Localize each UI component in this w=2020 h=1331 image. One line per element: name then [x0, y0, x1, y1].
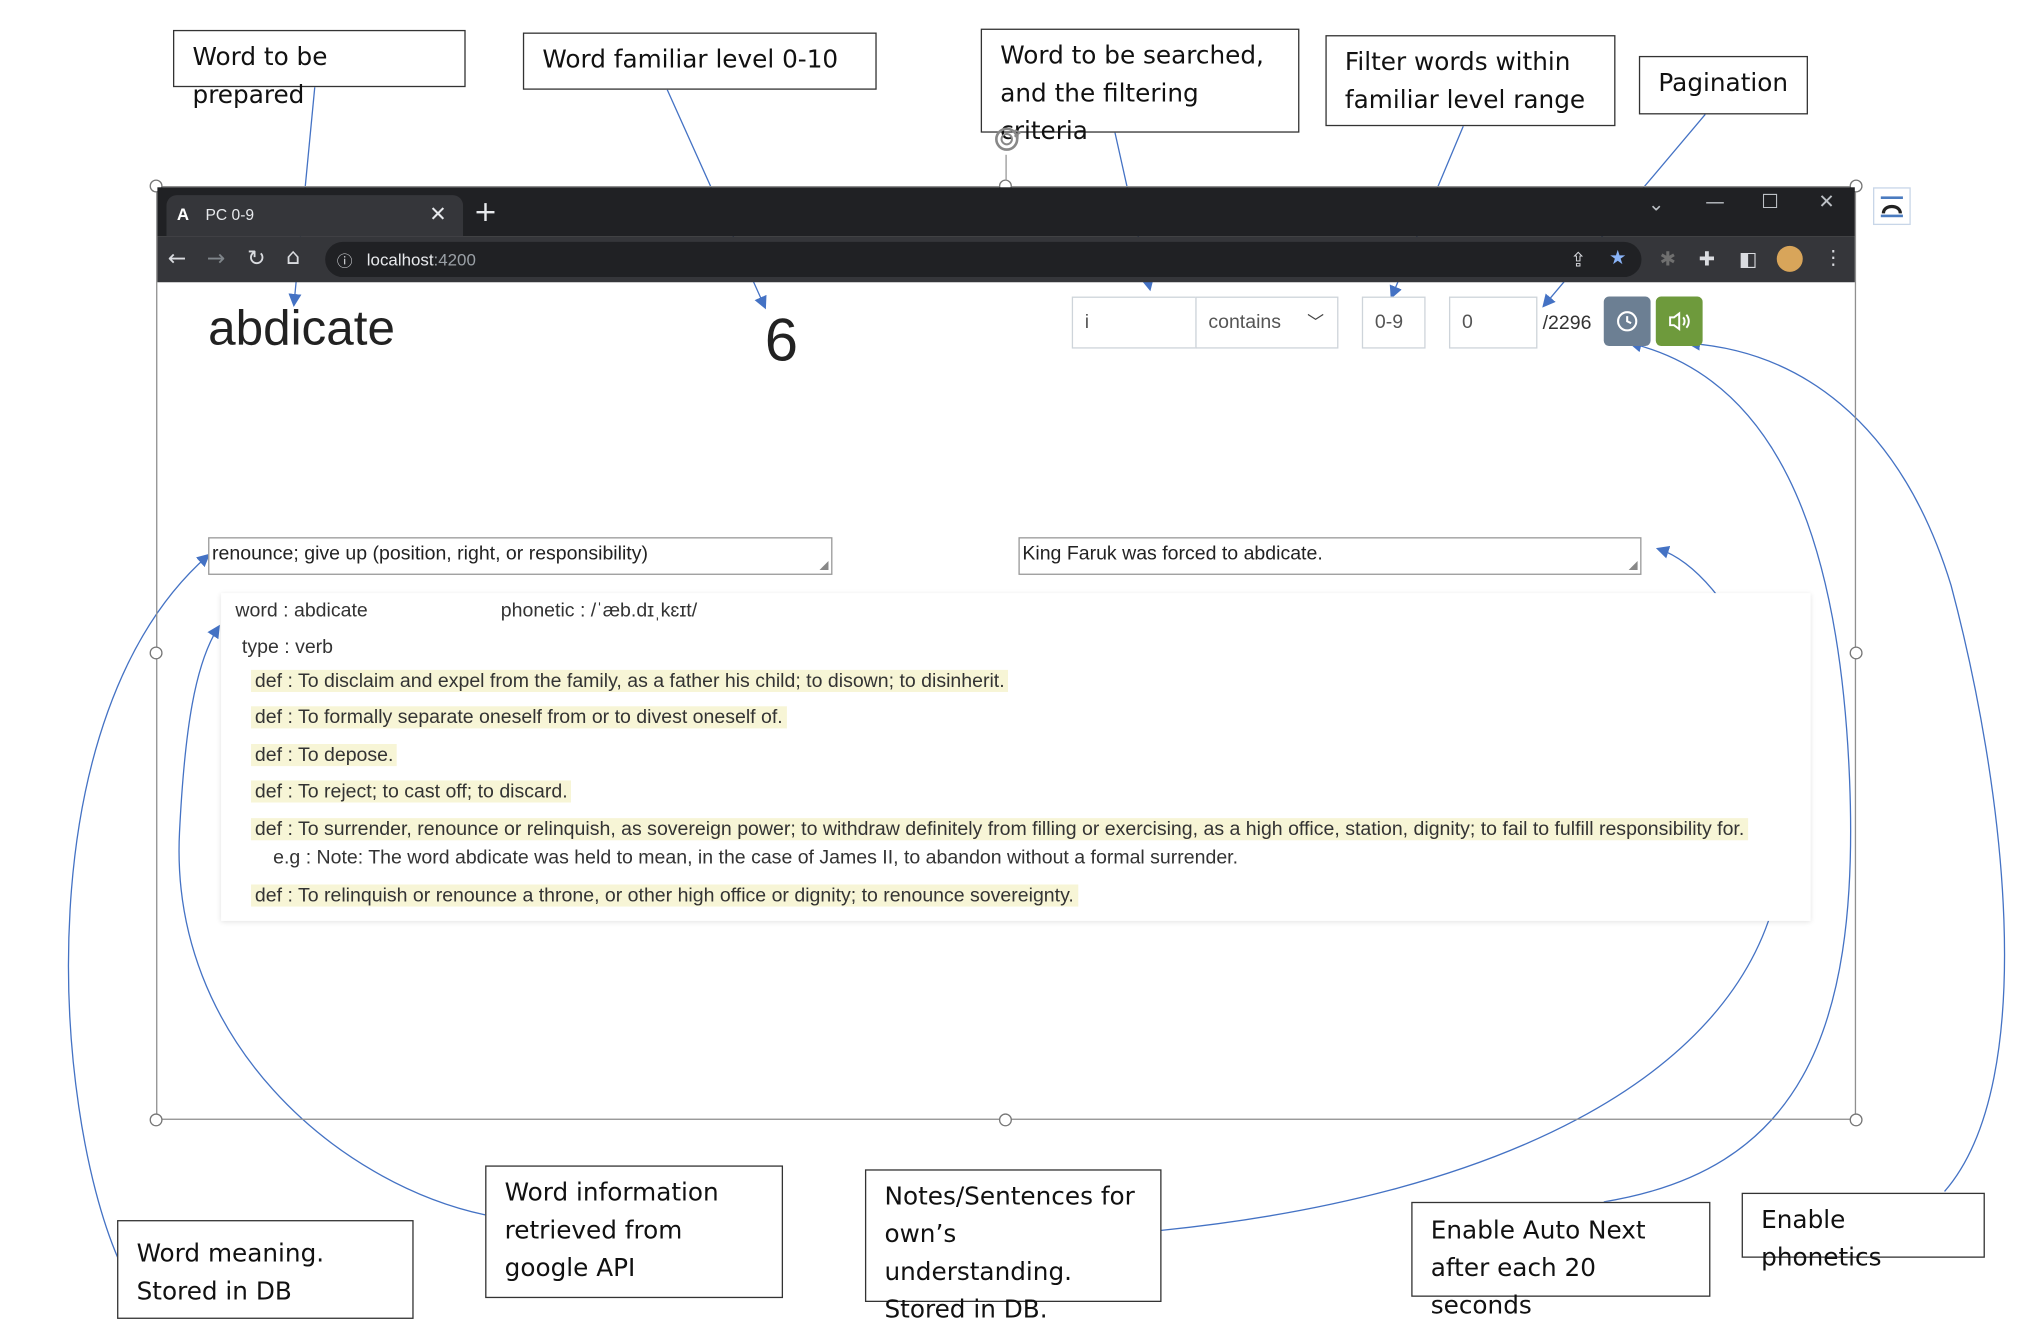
url-host: localhost	[366, 249, 434, 270]
resize-grip-icon[interactable]: ◢	[820, 559, 829, 572]
page-number-input[interactable]: 0	[1448, 296, 1538, 349]
speaker-icon	[1669, 311, 1690, 332]
example-line: e.g : Note: The word abdicate was held t…	[273, 846, 1239, 869]
side-panel-icon[interactable]: ◧	[1739, 247, 1757, 270]
definition-line: def : To formally separate oneself from …	[251, 706, 787, 729]
resize-handle[interactable]	[1849, 1113, 1863, 1127]
angular-favicon-icon: A	[176, 204, 190, 224]
home-icon[interactable]: ⌂	[286, 245, 300, 271]
annotation-search-criteria: Word to be searched, and the filtering c…	[980, 28, 1300, 146]
url-port: :4200	[433, 249, 476, 270]
annotation-phonetics: Enable phonetics	[1741, 1192, 1985, 1272]
maximize-icon[interactable]: ☐	[1761, 190, 1778, 213]
word-line: word : abdicate	[235, 599, 368, 622]
side-widget[interactable]	[1873, 187, 1911, 226]
rotate-handle-icon[interactable]	[990, 122, 1024, 156]
minimize-icon[interactable]: —	[1705, 190, 1725, 213]
profile-avatar[interactable]	[1776, 245, 1803, 272]
bug-extension-icon[interactable]: ✱	[1660, 247, 1676, 270]
resize-grip-icon[interactable]: ◢	[1629, 559, 1638, 572]
notes-textarea[interactable]: King Faruk was forced to abdicate. ◢	[1018, 537, 1642, 575]
current-word: abdicate	[208, 301, 395, 357]
page-total: /2296	[1542, 312, 1592, 335]
level-range-input[interactable]: 0-9	[1361, 296, 1426, 349]
resize-handle[interactable]	[149, 646, 163, 660]
tab-title: PC 0-9	[205, 205, 255, 224]
definition-line: def : To disclaim and expel from the fam…	[251, 669, 1009, 692]
filter-criteria-select[interactable]: contains ﹀	[1195, 296, 1339, 349]
familiar-level-value[interactable]: 6	[765, 304, 798, 374]
site-info-icon[interactable]: ⓘ	[337, 250, 353, 272]
definition-line: def : To relinquish or renounce a throne…	[251, 884, 1078, 907]
close-window-icon[interactable]: ✕	[1818, 190, 1834, 213]
filter-criteria-value: contains	[1208, 310, 1282, 333]
address-bar[interactable]	[325, 241, 1642, 278]
meaning-textarea[interactable]: renounce; give up (position, right, or r…	[208, 537, 833, 575]
definition-line: def : To surrender, renounce or relinqui…	[251, 818, 1749, 841]
browser-menu-icon[interactable]: ⋮	[1824, 246, 1844, 269]
resize-handle[interactable]	[149, 1113, 163, 1127]
annotation-word-info: Word information retrieved from google A…	[485, 1165, 784, 1299]
definition-line: def : To reject; to cast off; to discard…	[251, 780, 572, 803]
definition-line: def : To depose.	[251, 744, 398, 767]
chevron-down-icon: ﹀	[1307, 312, 1325, 332]
share-icon[interactable]: ⇪	[1570, 248, 1586, 271]
resize-handle[interactable]	[998, 1113, 1012, 1127]
reload-icon[interactable]: ↻	[247, 246, 266, 272]
new-tab-icon[interactable]: +	[473, 196, 497, 229]
tab-close-icon[interactable]: ✕	[429, 202, 446, 227]
type-line: type : verb	[241, 636, 334, 659]
extensions-puzzle-icon[interactable]: ✚	[1699, 247, 1715, 270]
phonetic-line: phonetic : /ˈæb.dɪˌkɛɪt/	[500, 599, 698, 622]
auto-next-button[interactable]	[1603, 296, 1651, 346]
back-icon[interactable]: ←	[168, 246, 187, 272]
layout-icon	[1880, 196, 1903, 218]
word-info-card	[221, 593, 1811, 921]
forward-icon[interactable]: →	[207, 246, 226, 272]
annotation-word-prepared: Word to be prepared	[172, 29, 466, 109]
clock-icon	[1617, 311, 1638, 332]
annotation-word-meaning: Word meaning. Stored in DB	[117, 1220, 414, 1319]
meaning-text: renounce; give up (position, right, or r…	[212, 542, 648, 565]
bookmark-star-icon[interactable]: ★	[1609, 246, 1626, 269]
search-input[interactable]: i	[1071, 296, 1197, 349]
annotation-familiar-level: Word familiar level 0-10	[522, 32, 877, 90]
phonetics-button[interactable]	[1655, 296, 1703, 346]
annotation-auto-next: Enable Auto Next after each 20 seconds	[1411, 1201, 1711, 1320]
tab-search-icon[interactable]: ⌄	[1648, 193, 1664, 216]
annotation-pagination: Pagination	[1638, 55, 1808, 115]
resize-handle[interactable]	[1849, 646, 1863, 660]
notes-text: King Faruk was forced to abdicate.	[1022, 542, 1323, 565]
rotate-handle-stem	[1005, 154, 1007, 181]
annotation-filter-range: Filter words within familiar level range	[1325, 35, 1616, 127]
annotation-notes: Notes/Sentences for own’s understanding.…	[864, 1169, 1162, 1324]
url-text[interactable]: localhost:4200	[367, 250, 476, 270]
